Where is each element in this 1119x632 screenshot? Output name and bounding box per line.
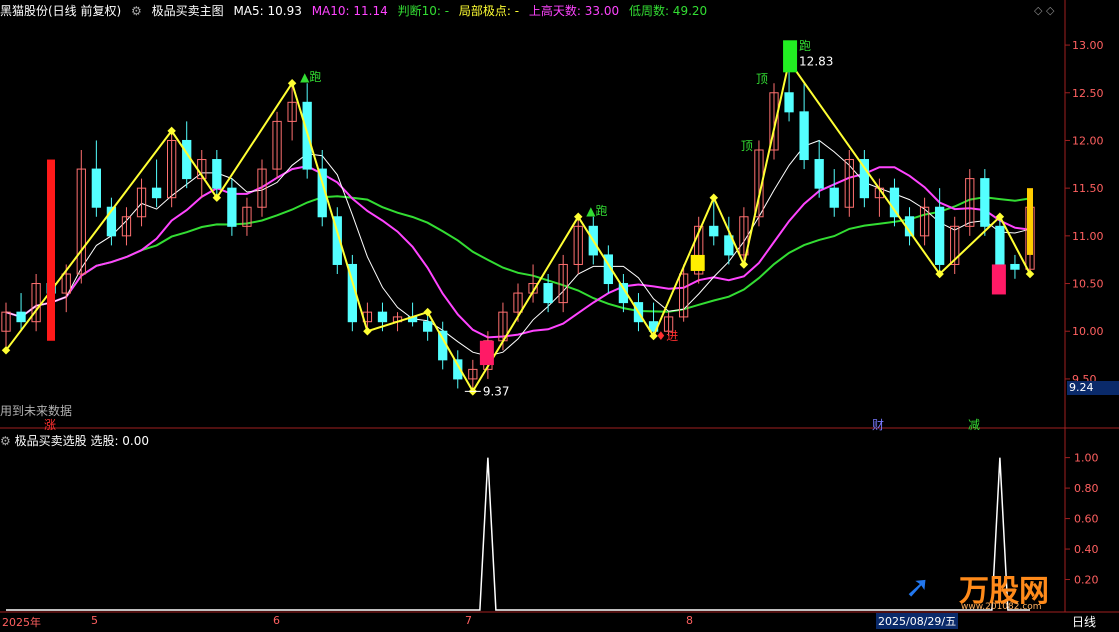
main-chart-header: 黑猫股份(日线 前复权) ⚙ 极品买卖主图 MA5: 10.93 MA10: 1… bbox=[0, 2, 713, 20]
gear-icon[interactable]: ⚙ bbox=[0, 434, 11, 448]
candle-body bbox=[814, 159, 824, 189]
month-label: 2025年 bbox=[2, 616, 41, 629]
candle-body bbox=[995, 225, 1005, 265]
sub-y-tick-label: 1.00 bbox=[1074, 452, 1099, 465]
candle-body bbox=[151, 187, 162, 199]
month-label: 5 bbox=[91, 614, 98, 627]
stock-title[interactable]: 黑猫股份(日线 前复权) bbox=[0, 4, 121, 18]
y-tick-label: 11.00 bbox=[1072, 230, 1104, 243]
ma5-value: MA5: 10.93 bbox=[233, 4, 302, 18]
candle-body bbox=[709, 225, 719, 237]
ding-marker: 顶 bbox=[756, 72, 768, 86]
jian-marker: 减 bbox=[968, 418, 981, 432]
chart-stage: 9.50 10.00 10.50 11.00 11.50 12.00 12.50 13.00 ▲… bbox=[0, 0, 1119, 632]
candle-body bbox=[980, 178, 990, 227]
swing-point bbox=[1025, 269, 1035, 279]
signal-block bbox=[991, 264, 1006, 295]
judge-value: 判断10: - bbox=[397, 4, 450, 18]
candle-body bbox=[91, 168, 101, 208]
ding-marker: 顶 bbox=[741, 139, 753, 153]
swing-point bbox=[739, 260, 749, 269]
y-tick-label: 10.50 bbox=[1072, 278, 1104, 291]
sub-indicator-value: 选股: 0.00 bbox=[90, 434, 150, 448]
sub-y-tick-label: 0.80 bbox=[1074, 482, 1099, 495]
zhang-marker: 涨 bbox=[44, 418, 57, 432]
current-price-box: 9.24 bbox=[1067, 381, 1119, 395]
low-price-label: 9.37 bbox=[483, 384, 510, 398]
swing-point bbox=[423, 307, 432, 317]
ma5-line bbox=[5, 139, 1031, 357]
candle-body bbox=[227, 187, 237, 227]
y-tick-label: 13.00 bbox=[1072, 39, 1104, 52]
signal-block bbox=[690, 254, 705, 271]
candle-body bbox=[212, 159, 222, 189]
candle-body bbox=[423, 321, 433, 332]
swing-point bbox=[363, 326, 372, 336]
select-signal-line bbox=[6, 457, 1030, 611]
period-label[interactable]: 日线 bbox=[1072, 613, 1096, 630]
buy-signal-bar bbox=[47, 159, 55, 341]
high-price-label: 12.83 bbox=[799, 54, 833, 68]
ma10-value: MA10: 11.14 bbox=[311, 4, 388, 18]
local-extreme-value: 局部极点: - bbox=[458, 4, 520, 18]
candle-body bbox=[182, 139, 192, 180]
candle-body bbox=[377, 311, 388, 323]
month-label: 8 bbox=[686, 614, 693, 627]
bottom-axis: 2025年 5 6 7 8 2025/08/29/五 日线 bbox=[0, 612, 1119, 632]
signal-block bbox=[1027, 188, 1033, 255]
y-tick-label: 11.50 bbox=[1072, 182, 1104, 195]
swing-point bbox=[709, 193, 719, 202]
pao-marker: 跑 bbox=[799, 39, 811, 53]
y-tick-label: 12.00 bbox=[1072, 134, 1104, 147]
candle-body bbox=[889, 187, 900, 218]
month-label: 7 bbox=[465, 614, 472, 627]
brand-url: www.201082.com bbox=[961, 602, 1042, 612]
candle-body bbox=[784, 92, 794, 113]
candle-body bbox=[1010, 263, 1020, 270]
low-weeks-value: 低周数: 49.20 bbox=[628, 4, 708, 18]
candle-body bbox=[16, 311, 26, 323]
candle-body bbox=[799, 111, 809, 161]
sub-y-tick-label: 0.60 bbox=[1074, 513, 1099, 526]
arrow-logo-icon: ➚ bbox=[905, 570, 931, 605]
brand-logo: ➚ 万股网 www.201082.com bbox=[905, 566, 1065, 614]
signal-block bbox=[783, 40, 798, 73]
cai-marker: 财 bbox=[872, 418, 885, 432]
window-controls[interactable]: ◇ ◇ bbox=[1034, 4, 1054, 17]
zigzag-line bbox=[5, 58, 1031, 394]
cursor-date-label: 2025/08/29/五 bbox=[876, 613, 959, 629]
rise-days-value: 上高天数: 33.00 bbox=[528, 4, 620, 18]
pao-marker: ▲跑 bbox=[586, 204, 607, 218]
y-tick-label: 12.50 bbox=[1072, 87, 1104, 100]
candle-body bbox=[829, 187, 839, 208]
sub-y-tick-label: 0.20 bbox=[1074, 574, 1099, 587]
jin-marker: ♦进 bbox=[656, 329, 679, 343]
chart-canvas[interactable]: 9.5010.0010.5011.0011.5012.0012.5013.00▲… bbox=[0, 0, 1119, 632]
indicator-name[interactable]: 极品买卖主图 bbox=[152, 4, 224, 18]
future-data-note: 用到未来数据 bbox=[0, 404, 73, 418]
gear-icon[interactable]: ⚙ bbox=[131, 4, 142, 18]
sub-indicator-name[interactable]: 极品买卖选股 bbox=[15, 434, 87, 448]
sub-chart-header: ⚙ 极品买卖选股 选股: 0.00 bbox=[0, 432, 149, 449]
signal-block bbox=[479, 340, 494, 366]
y-tick-label: 10.00 bbox=[1072, 325, 1104, 338]
candle-body bbox=[543, 283, 553, 304]
sub-y-tick-label: 0.40 bbox=[1074, 543, 1099, 556]
pao-marker: ▲跑 bbox=[300, 70, 321, 84]
candle-body bbox=[935, 206, 945, 265]
month-label: 6 bbox=[273, 614, 280, 627]
